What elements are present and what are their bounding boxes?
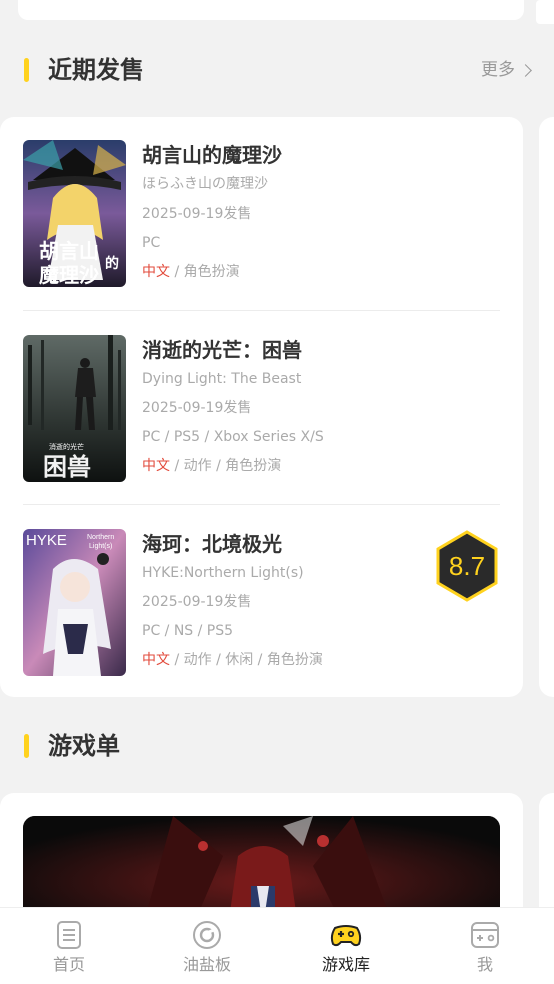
game-title: 海珂：北境极光 (142, 532, 282, 556)
top-peek-card (536, 0, 554, 24)
game-tags: 中文 / 动作 / 休闲 / 角色扮演 (142, 650, 323, 670)
tag-genres: / 动作 / 角色扮演 (170, 458, 282, 474)
more-button[interactable]: 更多 (481, 58, 532, 82)
game-platforms: PC / NS / PS5 (142, 623, 234, 639)
top-search-bar[interactable] (18, 0, 524, 20)
game-platforms: PC / PS5 / Xbox Series X/S (142, 429, 324, 445)
game-tags: 中文 / 角色扮演 (142, 262, 240, 282)
cover-subtitle-text: Light(s) (89, 543, 112, 550)
news-icon (57, 921, 81, 949)
cover-title-text: 魔理沙 (39, 263, 99, 287)
nav-item-game-library[interactable]: 游戏库 (277, 908, 415, 984)
nav-label: 游戏库 (321, 955, 370, 974)
gamepad-icon (330, 925, 362, 947)
game-release-date: 2025-09-19发售 (142, 400, 252, 416)
section-title: 近期发售 (48, 56, 144, 84)
game-subtitle: HYKE:Northern Light(s) (142, 565, 304, 581)
divider (23, 310, 500, 311)
game-subtitle: Dying Light: The Beast (142, 371, 302, 387)
game-item-hyke[interactable]: HYKE Northern Light(s) 海珂：北境极光 HYKE:Nort… (23, 529, 500, 676)
nav-label: 油盐板 (182, 955, 231, 974)
nav-item-home[interactable]: 首页 (0, 908, 138, 984)
next-card-peek (539, 793, 554, 923)
tag-chinese: 中文 (142, 458, 170, 474)
profile-console-icon (471, 922, 499, 948)
tag-chinese: 中文 (142, 264, 170, 280)
cover-subtitle-text: Northern (87, 534, 114, 541)
tag-chinese: 中文 (142, 652, 170, 668)
game-release-date: 2025-09-19发售 (142, 594, 252, 610)
game-cover: 消逝的光芒 困兽 (23, 335, 126, 482)
nav-item-me[interactable]: 我 (416, 908, 554, 984)
score-value: 8.7 (448, 550, 486, 581)
section-accent-bar (24, 734, 29, 758)
game-title: 胡言山的魔理沙 (142, 143, 282, 167)
game-item-dying-light[interactable]: 消逝的光芒 困兽 消逝的光芒：困兽 Dying Light: The Beast… (23, 335, 500, 482)
nav-label: 首页 (52, 955, 85, 974)
nav-item-board[interactable]: 油盐板 (138, 908, 276, 984)
game-cover: HYKE Northern Light(s) (23, 529, 126, 676)
next-card-peek (539, 117, 554, 697)
cover-title-text: 困兽 (43, 453, 91, 481)
recent-releases-header: 近期发售 更多 (0, 50, 554, 90)
tag-genres: / 动作 / 休闲 / 角色扮演 (170, 652, 323, 668)
disc-icon (193, 921, 221, 949)
game-subtitle: ほらふき山の魔理沙 (142, 176, 268, 192)
game-tags: 中文 / 动作 / 角色扮演 (142, 456, 281, 476)
section-accent-bar (24, 58, 29, 82)
score-badge: 8.7 (435, 530, 499, 602)
recent-releases-card: 胡言山 的 魔理沙 胡言山的魔理沙 ほらふき山の魔理沙 2025-09-19发售… (0, 117, 523, 697)
divider (23, 504, 500, 505)
chevron-right-icon (519, 63, 532, 77)
bottom-navigation: 首页 油盐板 游戏库 我 (0, 907, 554, 984)
game-release-date: 2025-09-19发售 (142, 206, 252, 222)
playlist-header: 游戏单 (0, 726, 554, 766)
tag-genres: / 角色扮演 (170, 264, 240, 280)
cover-title-text: HYKE (26, 532, 67, 549)
game-cover: 胡言山 的 魔理沙 (23, 140, 126, 287)
nav-label: 我 (476, 955, 493, 974)
game-item-marisa[interactable]: 胡言山 的 魔理沙 胡言山的魔理沙 ほらふき山の魔理沙 2025-09-19发售… (23, 140, 500, 287)
cover-subtitle-text: 消逝的光芒 (49, 442, 84, 451)
section-title: 游戏单 (48, 732, 120, 760)
cover-title-text: 胡言山 (39, 239, 99, 263)
cover-title-text: 的 (105, 255, 119, 272)
more-label: 更多 (481, 60, 515, 80)
game-platforms: PC (142, 235, 161, 251)
game-title: 消逝的光芒：困兽 (142, 338, 302, 362)
